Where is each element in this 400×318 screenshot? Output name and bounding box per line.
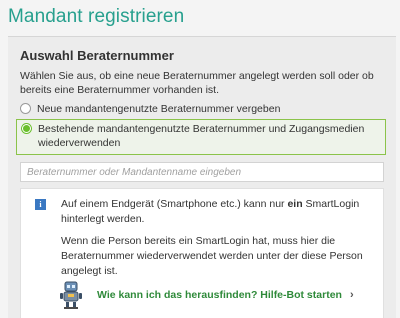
radio-option-new[interactable]: Neue mandantengenutzte Beraternummer ver… [20, 102, 380, 116]
info-icon: i [35, 199, 46, 210]
radio-label-new: Neue mandantengenutzte Beraternummer ver… [37, 103, 281, 115]
berater-search-input[interactable] [20, 162, 384, 182]
info-text-smartlogin: Auf einem Endgerät (Smartphone etc.) kan… [61, 198, 360, 225]
radio-button-new[interactable] [20, 103, 31, 114]
help-bot-link-label[interactable]: Wie kann ich das herausfinden? Hilfe-Bot… [97, 289, 342, 301]
radio-button-existing[interactable] [21, 123, 32, 134]
berater-selection-panel: Auswahl Beraternummer Wählen Sie aus, ob… [8, 36, 396, 318]
info-box: i Auf einem Endgerät (Smartphone etc.) k… [20, 188, 384, 318]
radio-label-existing: Bestehende mandantengenutzte Beraternumm… [38, 123, 365, 149]
help-bot-link[interactable]: Wie kann ich das herausfinden? Hilfe-Bot… [59, 281, 354, 309]
section-heading: Auswahl Beraternummer [20, 48, 174, 63]
robot-icon [60, 281, 82, 309]
section-description: Wählen Sie aus, ob eine neue Beraternumm… [20, 70, 374, 96]
radio-option-existing[interactable]: Bestehende mandantengenutzte Beraternumm… [16, 119, 386, 155]
page-title: Mandant registrieren [8, 6, 185, 27]
info-text-reuse: Wenn die Person bereits ein SmartLogin h… [61, 235, 363, 277]
chevron-right-icon: › [349, 289, 354, 301]
